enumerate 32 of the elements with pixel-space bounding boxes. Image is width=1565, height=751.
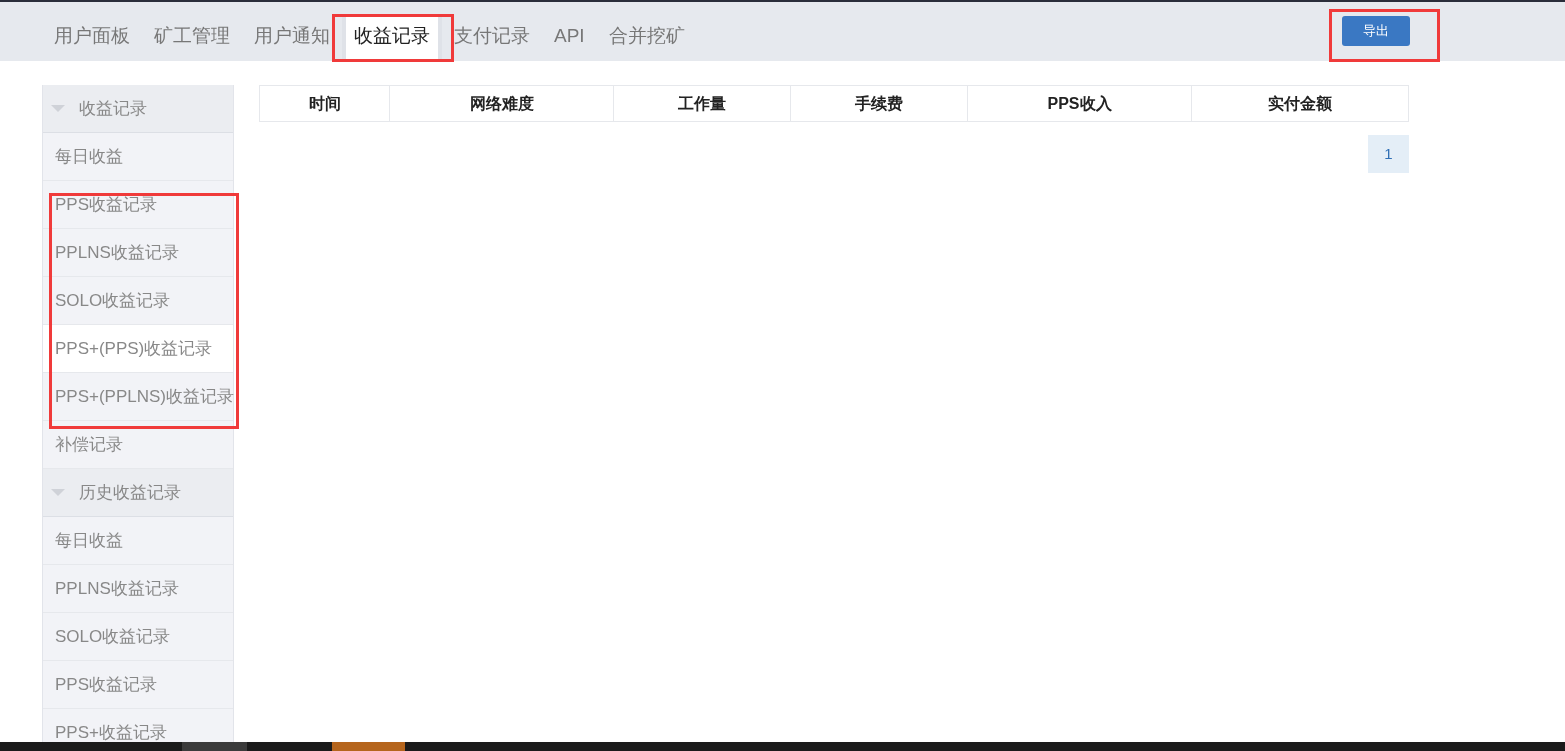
sidebar-item[interactable]: PPS收益记录	[43, 181, 233, 229]
column-header: 实付金额	[1267, 94, 1333, 114]
page-button[interactable]: 1	[1368, 135, 1409, 173]
column-header: 时间	[260, 86, 390, 121]
column-header: PPS收入	[968, 86, 1192, 121]
nav-tab[interactable]: 合并挖矿	[596, 15, 697, 61]
export-button[interactable]: 导出	[1342, 16, 1410, 46]
sidebar-group-title: 历史收益记录	[79, 482, 181, 504]
nav-tab[interactable]: 支付记录	[442, 15, 542, 61]
column-header: 工作量	[614, 86, 791, 121]
sidebar-item[interactable]: PPS+收益记录	[43, 709, 233, 742]
sidebar-group-header[interactable]: 收益记录	[43, 85, 233, 133]
sidebar-group-header[interactable]: 历史收益记录	[43, 469, 233, 517]
sidebar-item[interactable]: 补偿记录	[43, 421, 233, 469]
nav-tab[interactable]: 收益记录	[342, 15, 442, 61]
sidebar-item[interactable]: 每日收益	[43, 517, 233, 565]
nav-tab[interactable]: 矿工管理	[142, 15, 242, 61]
sidebar-item[interactable]: PPLNS收益记录	[43, 565, 233, 613]
sidebar-group-title: 收益记录	[79, 98, 147, 120]
taskbar-item[interactable]	[182, 742, 247, 751]
sidebar-item[interactable]: PPS+(PPLNS)收益记录	[43, 373, 233, 421]
sidebar-item[interactable]: 每日收益	[43, 133, 233, 181]
sidebar-item[interactable]: PPS收益记录	[43, 661, 233, 709]
sidebar-item[interactable]: PPLNS收益记录	[43, 229, 233, 277]
sidebar-item[interactable]: SOLO收益记录	[43, 277, 233, 325]
nav-tab[interactable]: API	[542, 15, 597, 61]
taskbar-item[interactable]	[332, 742, 405, 751]
sidebar-item[interactable]: SOLO收益记录	[43, 613, 233, 661]
column-header: 网络难度	[390, 86, 614, 121]
nav-tab[interactable]: 用户面板	[42, 15, 142, 61]
nav-tab[interactable]: 用户通知	[242, 15, 342, 61]
column-header: 手续费	[791, 86, 968, 121]
